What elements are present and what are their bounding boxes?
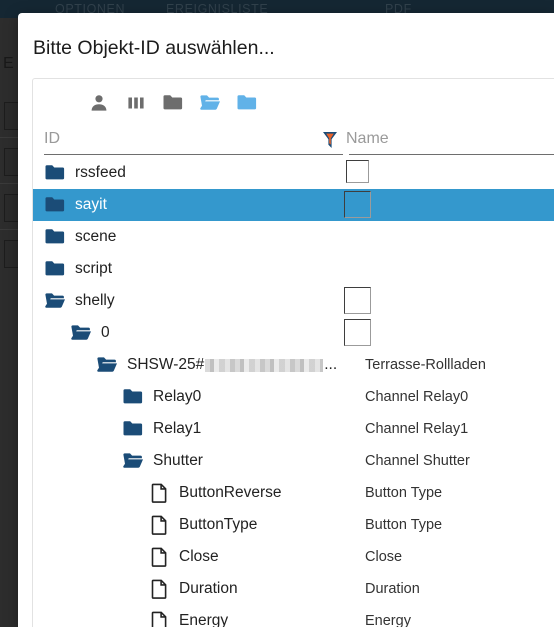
- tree-row-id-label: Relay1: [153, 420, 202, 437]
- filter-by-user-button[interactable]: [81, 85, 117, 121]
- tree-row-id-label: script: [75, 260, 113, 277]
- tree-row-id-cell: Relay1: [33, 413, 201, 445]
- tree-row[interactable]: ButtonType Button Type: [33, 509, 554, 541]
- tree-row-id-cell: scene: [33, 221, 116, 253]
- tree-toolbar: [33, 79, 554, 127]
- tree-row-id-cell: Close: [33, 541, 219, 573]
- tree-row[interactable]: 0: [33, 317, 554, 349]
- folder-closed-icon: [44, 194, 66, 216]
- tree-row-id-label: Energy: [179, 612, 229, 627]
- background-ghost-label: E: [3, 55, 14, 72]
- row-marker-box[interactable]: [344, 287, 371, 314]
- folder-open-icon: [96, 354, 118, 376]
- tree-row[interactable]: rssfeed: [33, 157, 554, 189]
- tree-row-id-label: rssfeed: [75, 164, 126, 181]
- tree-row-id-label: Duration: [179, 580, 238, 597]
- row-marker-box[interactable]: [344, 191, 371, 218]
- tree-row[interactable]: sayit: [33, 189, 554, 221]
- tree-row-id-label: SHSW-25#: [127, 356, 205, 373]
- tree-row-id-cell: ButtonType: [33, 509, 257, 541]
- folder-open-icon: [44, 290, 66, 312]
- tree-row-name-label: Channel Relay1: [365, 421, 469, 437]
- document-icon: [148, 482, 170, 504]
- folder-open-icon: [122, 450, 144, 472]
- collapse-all-button[interactable]: [155, 85, 191, 121]
- folder-open-icon: [70, 322, 92, 344]
- folder-closed-icon: [122, 386, 144, 408]
- tree-row-name-label: Button Type: [365, 485, 443, 501]
- document-icon: [148, 546, 170, 568]
- document-icon: [148, 514, 170, 536]
- funnel-filter-icon[interactable]: [321, 130, 339, 150]
- tree-row-id-label: Relay0: [153, 388, 202, 405]
- folder-closed-icon: [122, 418, 144, 440]
- tree-row[interactable]: script: [33, 253, 554, 285]
- tree-row-id-label: ButtonType: [179, 516, 258, 533]
- tree-row-name-label: Channel Shutter: [365, 453, 470, 469]
- redacted-text-block: [205, 358, 324, 372]
- tree-row-id-cell: Shutter: [33, 445, 203, 477]
- tree-row-id-cell: SHSW-25#...: [33, 349, 337, 381]
- folder-closed-icon: [162, 92, 184, 114]
- tree-row-id-label: shelly: [75, 292, 115, 309]
- tree-row-name-label: Channel Relay0: [365, 389, 469, 405]
- tree-row-id-truncation: ...: [324, 356, 338, 373]
- tree-row-id-cell: Duration: [33, 573, 238, 605]
- tree-row-id-cell: Relay0: [33, 381, 201, 413]
- column-header-id: ID: [44, 130, 60, 147]
- tree-row[interactable]: Shutter Channel Shutter: [33, 445, 554, 477]
- tree-row[interactable]: SHSW-25#... Terrasse-Rollladen: [33, 349, 554, 381]
- screen: E OPTIONEN EREIGNISLISTE PDF Bitte Objek…: [0, 0, 554, 627]
- expand-selected-button[interactable]: [229, 85, 265, 121]
- document-icon: [148, 578, 170, 600]
- tree-row-name-label: Duration: [365, 581, 420, 597]
- dialog-title: Bitte Objekt-ID auswählen...: [33, 37, 275, 59]
- tree-row-name-label: Terrasse-Rollladen: [365, 357, 486, 373]
- folder-open-icon: [199, 92, 221, 114]
- folder-closed-icon: [44, 258, 66, 280]
- row-marker-box[interactable]: [344, 319, 371, 346]
- tree-row[interactable]: Close Close: [33, 541, 554, 573]
- folder-closed-icon: [44, 162, 66, 184]
- tree-row-id-label: ButtonReverse: [179, 484, 282, 501]
- object-tree-rows: rssfeed sayit scene script shelly 0 SHSW-25#..…: [33, 157, 554, 627]
- column-rule-name: [349, 154, 554, 155]
- toggle-columns-button[interactable]: [118, 85, 154, 121]
- tree-row-id-cell: shelly: [33, 285, 115, 317]
- tree-row[interactable]: Duration Duration: [33, 573, 554, 605]
- tree-row[interactable]: scene: [33, 221, 554, 253]
- expand-all-button[interactable]: [192, 85, 228, 121]
- tree-row-id-cell: ButtonReverse: [33, 477, 282, 509]
- tree-row-name-label: Button Type: [365, 517, 443, 533]
- tree-row-id-label: sayit: [75, 196, 107, 213]
- user-icon: [88, 92, 110, 114]
- tree-row-id-label: Close: [179, 548, 219, 565]
- tree-row-id-label: 0: [101, 324, 110, 341]
- row-marker-box[interactable]: [346, 160, 369, 183]
- folder-closed-icon: [44, 226, 66, 248]
- object-id-select-dialog: Bitte Objekt-ID auswählen... ID Name rss…: [18, 13, 554, 627]
- tree-row-name-label: Energy: [365, 613, 411, 627]
- tree-row-name-label: Close: [365, 549, 403, 565]
- tree-row-id-cell: Energy: [33, 605, 228, 627]
- tree-row[interactable]: Energy Energy: [33, 605, 554, 627]
- tree-row[interactable]: ButtonReverse Button Type: [33, 477, 554, 509]
- columns-icon: [125, 92, 147, 114]
- column-rule-id: [44, 154, 343, 155]
- tree-row[interactable]: Relay0 Channel Relay0: [33, 381, 554, 413]
- tree-row[interactable]: Relay1 Channel Relay1: [33, 413, 554, 445]
- folder-filled-icon: [236, 92, 258, 114]
- tree-row-id-cell: 0: [33, 317, 110, 349]
- tree-row-id-cell: rssfeed: [33, 157, 126, 189]
- tree-row-id-cell: script: [33, 253, 112, 285]
- column-header-name: Name: [346, 130, 389, 147]
- tree-row[interactable]: shelly: [33, 285, 554, 317]
- tree-row-id-label: Shutter: [153, 452, 203, 469]
- object-tree-card: ID Name rssfeed sayit scene script shelly 0 SH…: [32, 78, 554, 627]
- tree-column-header: ID Name: [33, 127, 554, 157]
- tree-row-id-cell: sayit: [33, 189, 107, 221]
- tree-row-id-label: scene: [75, 228, 117, 245]
- document-icon: [148, 610, 170, 627]
